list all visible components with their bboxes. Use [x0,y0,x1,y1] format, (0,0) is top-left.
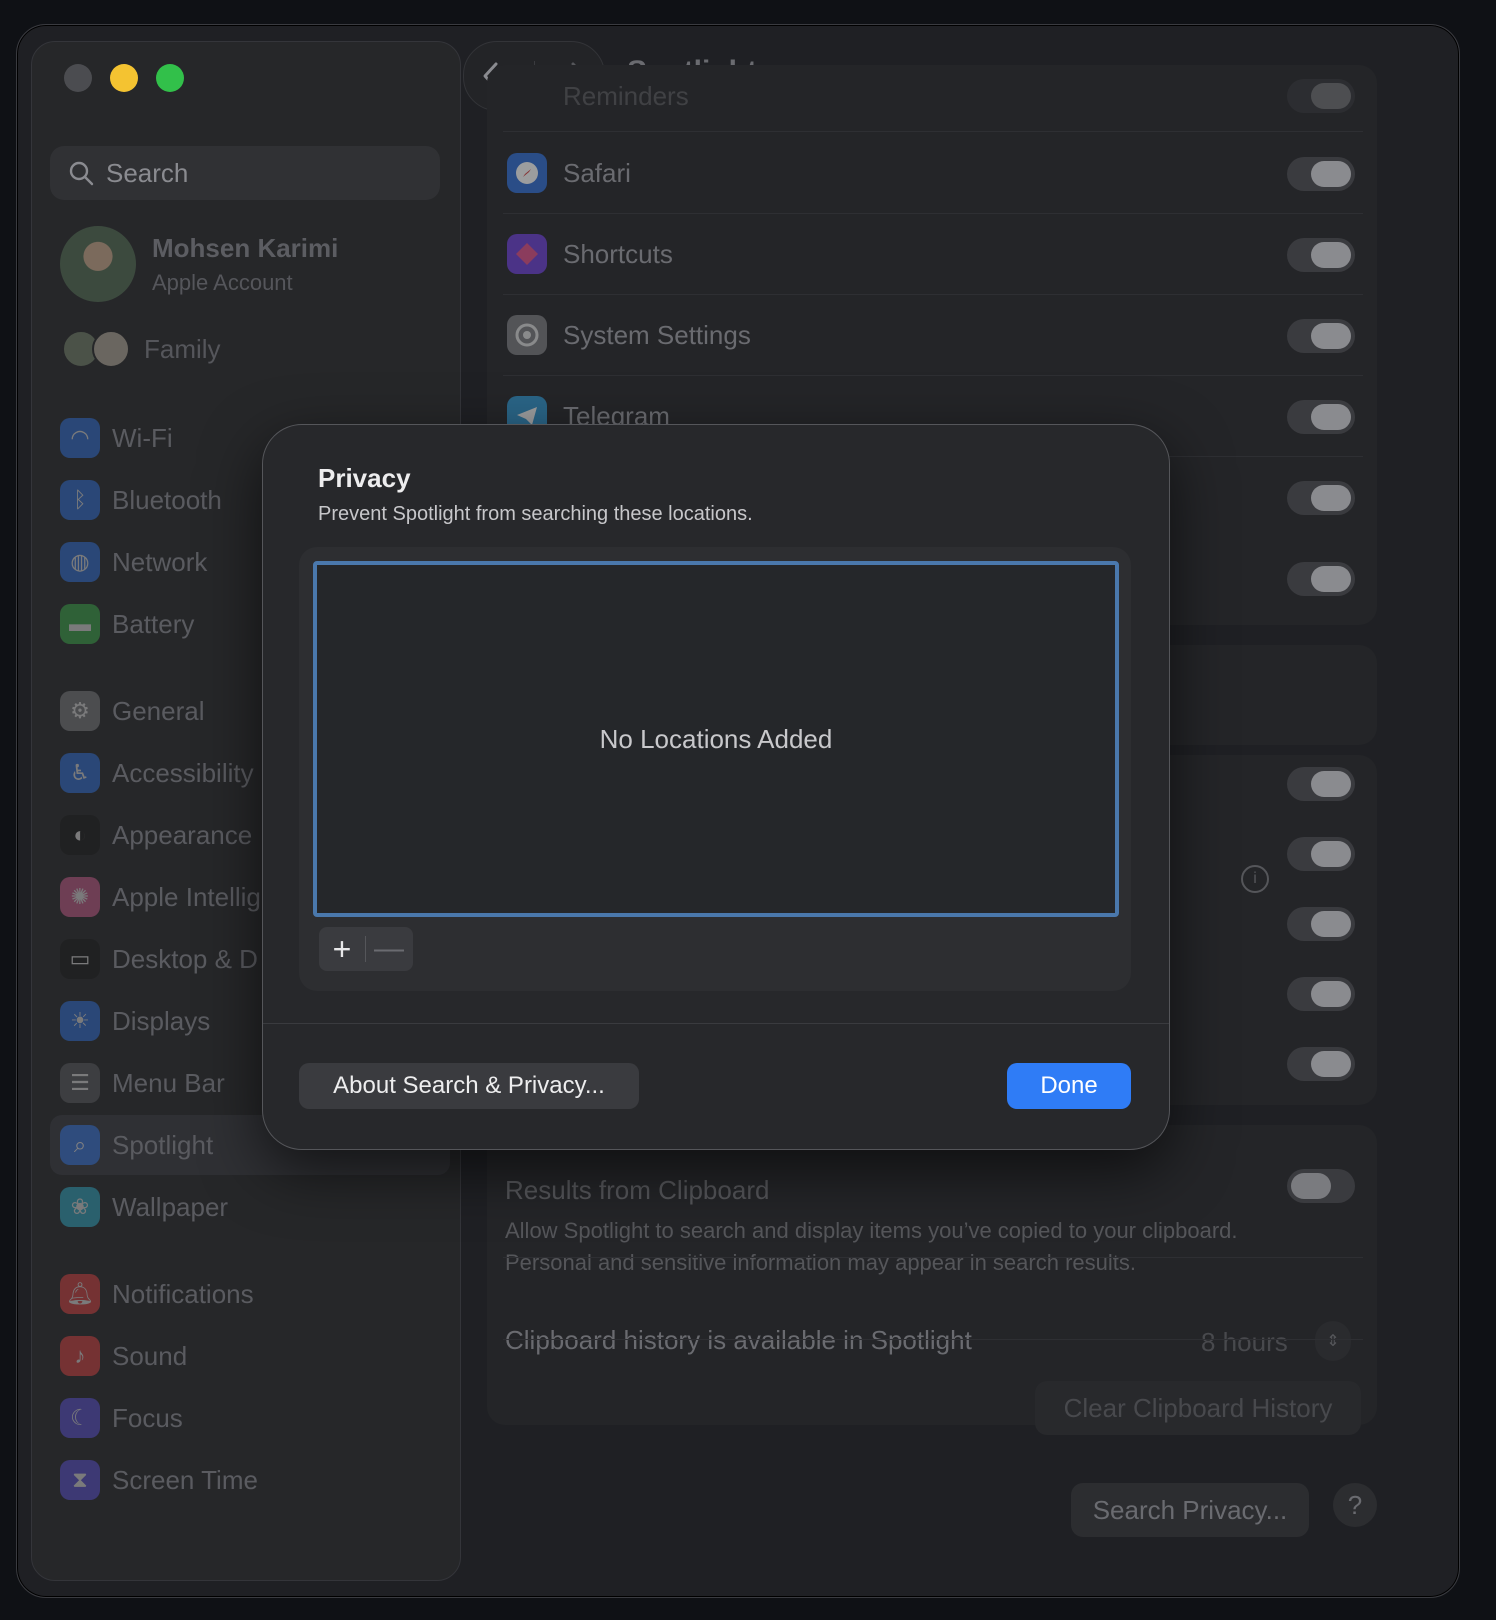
account-subtitle: Apple Account [152,269,293,295]
close-window-button[interactable] [64,64,92,92]
avatar [60,226,136,302]
sidebar-item-label: Wi-Fi [112,422,173,453]
sidebar-item-label: Desktop & D [112,943,258,974]
list-item-shortcuts: Shortcuts [503,214,1363,295]
reminders-toggle[interactable] [1287,79,1355,113]
sidebar-item-label: Appearance [112,819,253,850]
app-toggle[interactable] [1287,562,1355,596]
search-placeholder: Search [106,157,189,188]
clipboard-history-value[interactable]: 8 hours [1201,1327,1288,1358]
dialog-subtitle: Prevent Spotlight from searching these l… [318,503,753,525]
globe-icon: ◍ [60,542,100,582]
sidebar-item-label: Focus [112,1402,183,1433]
search-privacy-button[interactable]: Search Privacy... [1071,1483,1309,1537]
apple-account[interactable]: Mohsen Karimi Apple Account [60,226,338,302]
app-label: Reminders [563,80,689,111]
sidebar-item-label: Displays [112,1005,211,1036]
setting-toggle[interactable] [1287,767,1355,801]
menu-bar-icon: ☰ [60,1063,100,1103]
sidebar-search-input[interactable]: Search [50,146,440,200]
focus-icon: ☾ [60,1398,100,1438]
battery-icon: ▬ [60,604,100,644]
setting-toggle[interactable] [1287,907,1355,941]
list-item-reminders: Reminders [503,61,1363,132]
shortcuts-icon [507,234,547,274]
notifications-icon: 🔔︎ [60,1274,100,1314]
locations-list[interactable]: No Locations Added [313,561,1119,917]
setting-toggle[interactable] [1287,1047,1355,1081]
sidebar-item-label: Notifications [112,1278,254,1309]
chevron-updown-icon[interactable]: ⇕ [1315,1321,1351,1361]
safari-toggle[interactable] [1287,157,1355,191]
shortcuts-toggle[interactable] [1287,238,1355,272]
sidebar-item-label: Apple Intellig [112,881,261,912]
setting-toggle[interactable] [1287,977,1355,1011]
sidebar-item-label: Battery [112,608,195,639]
remove-location-button[interactable]: — [366,927,412,971]
locations-panel: No Locations Added + — [299,547,1131,991]
sidebar-item-label: Spotlight [112,1129,214,1160]
privacy-dialog: Privacy Prevent Spotlight from searching… [262,424,1170,1150]
telegram-toggle[interactable] [1287,400,1355,434]
sidebar-item-label: Network [112,546,208,577]
clear-clipboard-history-button[interactable]: Clear Clipboard History [1035,1381,1361,1435]
done-button[interactable]: Done [1007,1063,1131,1109]
sidebar-item-label: Sound [112,1340,188,1371]
sidebar-item-label: Wallpaper [112,1191,229,1222]
family-label: Family [144,333,221,364]
sidebar-item-label: Menu Bar [112,1067,225,1098]
setting-toggle[interactable] [1287,837,1355,871]
list-item-safari: Safari [503,133,1363,214]
sidebar-item-label: Bluetooth [112,484,222,515]
clipboard-history-label: Clipboard history is available in Spotli… [505,1325,972,1355]
sidebar-item-family[interactable]: Family [62,330,221,368]
gear-icon: ⚙ [60,691,100,731]
spotlight-icon: ⌕ [60,1125,100,1165]
app-label: System Settings [563,319,751,350]
sidebar-item-label: Accessibility [112,757,254,788]
add-remove-control: + — [319,927,413,971]
clipboard-results-description: Allow Spotlight to search and display it… [505,1218,1238,1275]
dialog-divider [263,1023,1169,1024]
sidebar-item-focus[interactable]: ☾ Focus [60,1394,430,1442]
app-toggle[interactable] [1287,481,1355,515]
desktop-dock-icon: ▭ [60,939,100,979]
about-search-privacy-button[interactable]: About Search & Privacy... [299,1063,639,1109]
account-name: Mohsen Karimi [152,232,339,263]
sidebar-item-sound[interactable]: ♪ Sound [60,1332,430,1380]
sidebar-item-label: Screen Time [112,1464,258,1495]
info-icon[interactable]: i [1241,865,1269,893]
bluetooth-icon: ᛒ [60,480,100,520]
accessibility-icon: ♿ [60,753,100,793]
system-settings-icon [507,315,547,355]
sidebar-item-notifications[interactable]: 🔔︎ Notifications [60,1270,430,1318]
safari-icon [507,153,547,193]
screen-time-icon: ⧗ [60,1460,100,1500]
app-label: Safari [563,157,631,188]
displays-icon: ☀ [60,1001,100,1041]
wifi-icon: ◠ [60,418,100,458]
clipboard-results-title: Results from Clipboard [505,1175,770,1205]
search-icon [69,161,94,186]
add-location-button[interactable]: + [319,927,365,971]
window-controls [64,64,184,92]
list-item-system-settings: System Settings [503,295,1363,376]
minimize-window-button[interactable] [110,64,138,92]
clipboard-results-toggle[interactable] [1287,1169,1355,1203]
help-button[interactable]: ? [1333,1483,1377,1527]
empty-state-text: No Locations Added [599,723,833,754]
system-settings-toggle[interactable] [1287,319,1355,353]
appearance-icon: ◐ [60,815,100,855]
sidebar-item-screen-time[interactable]: ⧗ Screen Time [60,1456,430,1504]
wallpaper-icon: ❀ [60,1187,100,1227]
sidebar-item-wallpaper[interactable]: ❀ Wallpaper [60,1183,430,1231]
dialog-title: Privacy [318,463,411,493]
zoom-window-button[interactable] [156,64,184,92]
family-avatar [92,330,130,368]
sound-icon: ♪ [60,1336,100,1376]
app-label: Shortcuts [563,238,673,269]
apple-intelligence-icon: ✺ [60,877,100,917]
sidebar-item-label: General [112,695,205,726]
